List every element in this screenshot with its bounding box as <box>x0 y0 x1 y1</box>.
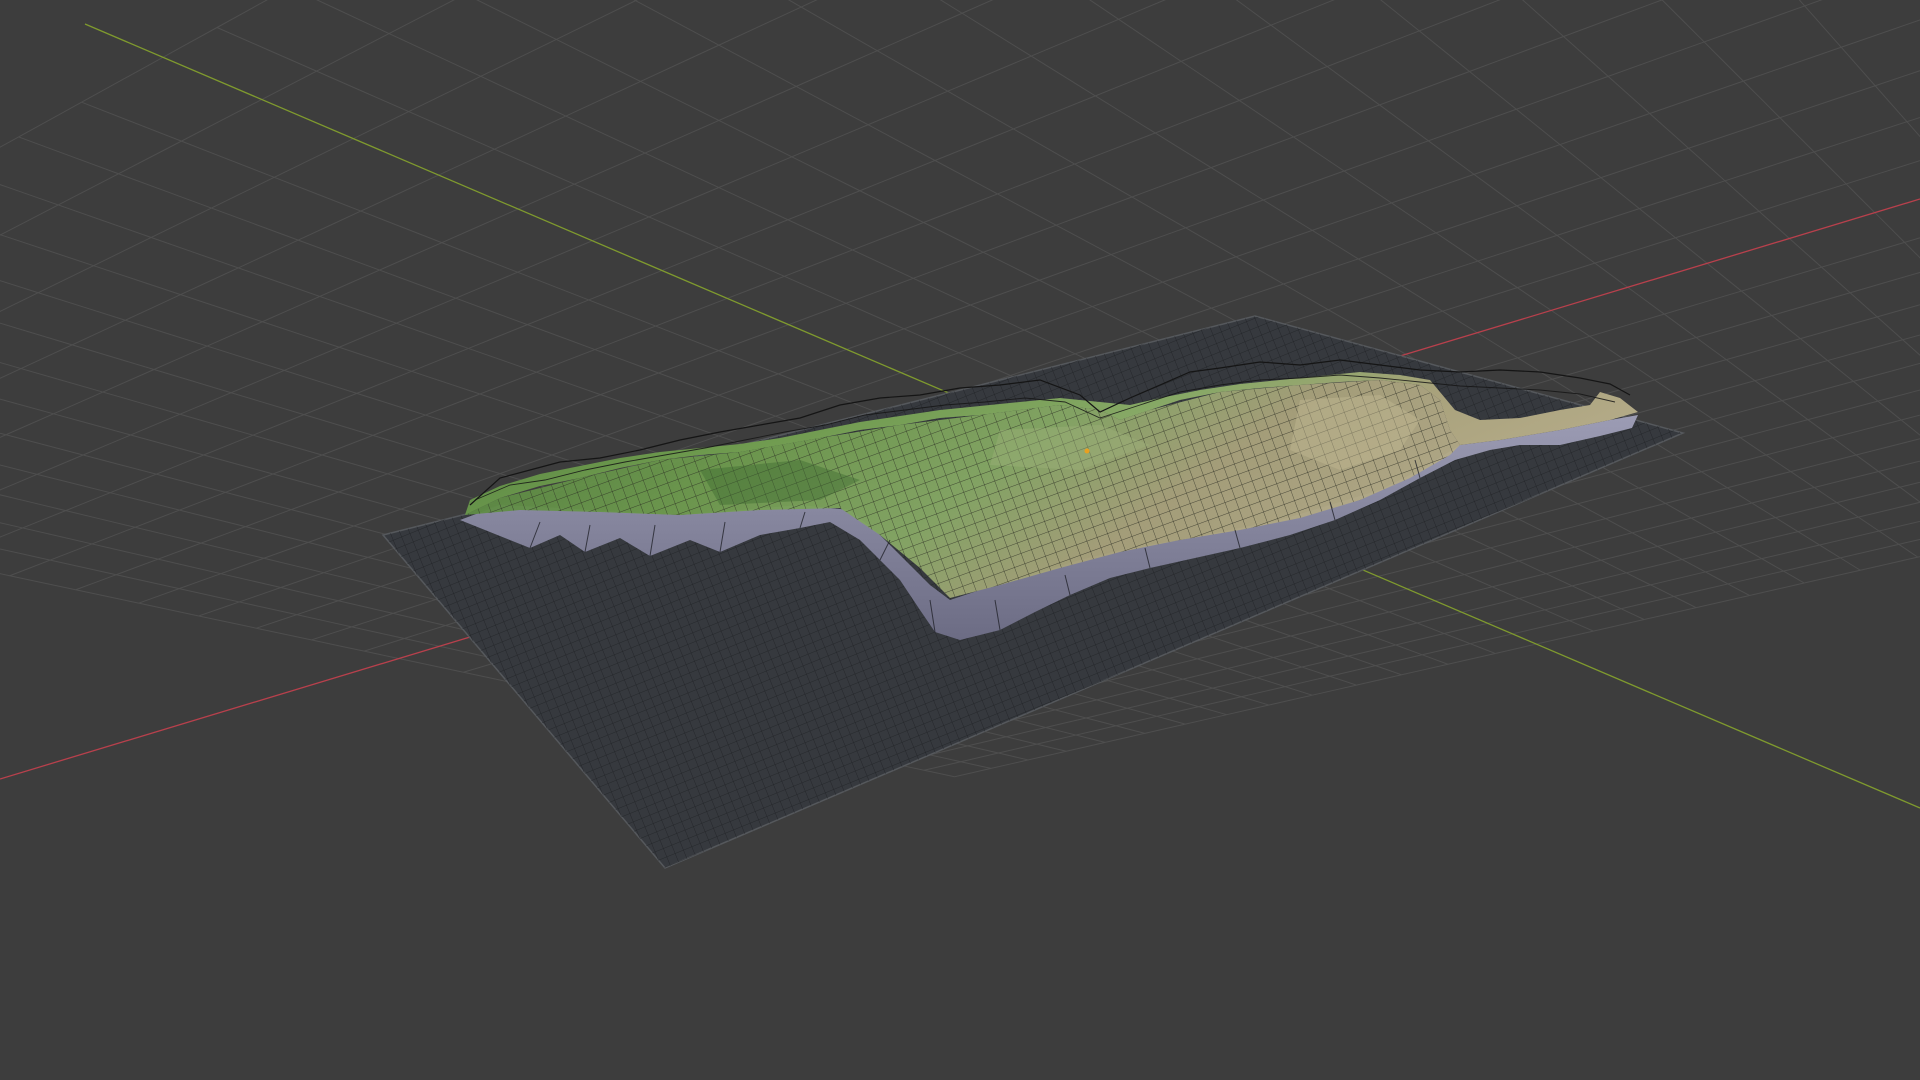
scene-canvas[interactable] <box>0 0 1920 1080</box>
3d-viewport[interactable] <box>0 0 1920 1080</box>
origin-marker[interactable] <box>1084 448 1090 454</box>
grid-line <box>1826 0 1920 455</box>
